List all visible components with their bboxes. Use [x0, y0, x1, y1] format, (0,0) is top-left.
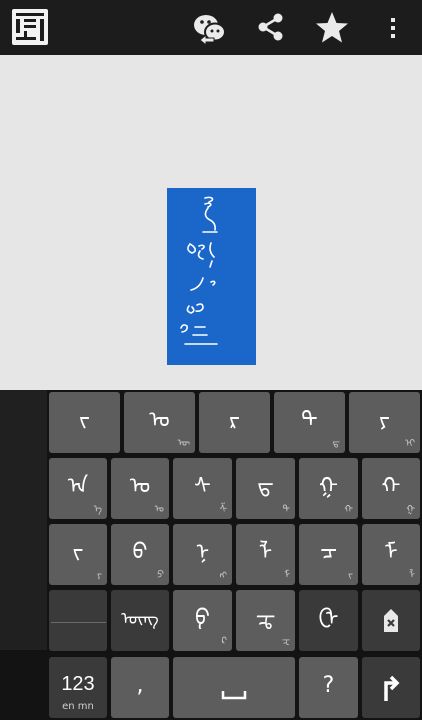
share-icon[interactable] [252, 8, 292, 48]
key-r4-5[interactable]: ᠿ [299, 590, 358, 651]
key-r3-1[interactable]: ᠵ ᠶ [49, 524, 107, 585]
vertical-mongolian-text [180, 196, 218, 345]
comma-key[interactable]: , [111, 657, 169, 718]
mongolian-keyboard: ᠵ ᠤ ᠥ ᠷ ᠲ ᠳ ᠶ ᠢ ᠠ ᠡ ᠣ ᠤ ᠰ ᠱ ᠳ ᠲ ᠭ ᠬ ᠬ ᠭ [0, 390, 422, 720]
enter-arrow-icon [384, 675, 400, 701]
key-r2-6[interactable]: ᠬ ᠭ [362, 458, 420, 519]
numbers-key[interactable]: 123 en mn [49, 657, 107, 718]
star-icon[interactable] [312, 8, 352, 48]
key-r3-3[interactable]: ᠨ ᠩ [173, 524, 232, 585]
key-r2-4[interactable]: ᠳ ᠲ [236, 458, 295, 519]
editor-canvas[interactable] [0, 55, 422, 390]
app-logo-icon[interactable] [12, 9, 48, 45]
question-key[interactable]: ? [299, 657, 358, 718]
key-r2-1[interactable]: ᠠ ᠡ [49, 458, 107, 519]
enter-key[interactable] [362, 657, 420, 718]
wechat-share-icon[interactable] [190, 8, 230, 48]
key-r3-6[interactable]: ᠮ ᠯ [362, 524, 420, 585]
space-bar-icon [221, 691, 247, 700]
key-r1-4[interactable]: ᠲ ᠳ [274, 392, 345, 453]
key-r1-2[interactable]: ᠤ ᠥ [124, 392, 195, 453]
key-r1-1[interactable]: ᠵ [49, 392, 120, 453]
action-bar [0, 0, 422, 55]
divider-line [51, 622, 106, 623]
key-r3-2[interactable]: ᠪ ᠫ [111, 524, 169, 585]
key-r2-5[interactable]: ᠭ ᠬ [299, 458, 358, 519]
key-r4-2[interactable]: ᠦᠩ [111, 590, 169, 651]
keyboard-side-panel [0, 390, 47, 650]
backspace-key[interactable] [362, 590, 420, 651]
key-r4-3[interactable]: ᠹ ᠺ [173, 590, 232, 651]
key-r3-4[interactable]: ᠯ ᠮ [236, 524, 295, 585]
mongolian-text-box[interactable] [167, 188, 256, 365]
key-r1-3[interactable]: ᠷ [199, 392, 270, 453]
key-r2-2[interactable]: ᠣ ᠤ [111, 458, 169, 519]
key-r1-5[interactable]: ᠶ ᠢ [349, 392, 420, 453]
key-r3-5[interactable]: ᠴ ᠵ [299, 524, 358, 585]
key-r4-4[interactable]: ᠼ ᠽ [236, 590, 295, 651]
backspace-icon [384, 609, 398, 632]
space-key[interactable] [173, 657, 295, 718]
key-r2-3[interactable]: ᠰ ᠱ [173, 458, 232, 519]
overflow-menu-icon[interactable] [376, 8, 410, 48]
shift-key[interactable] [49, 590, 107, 651]
